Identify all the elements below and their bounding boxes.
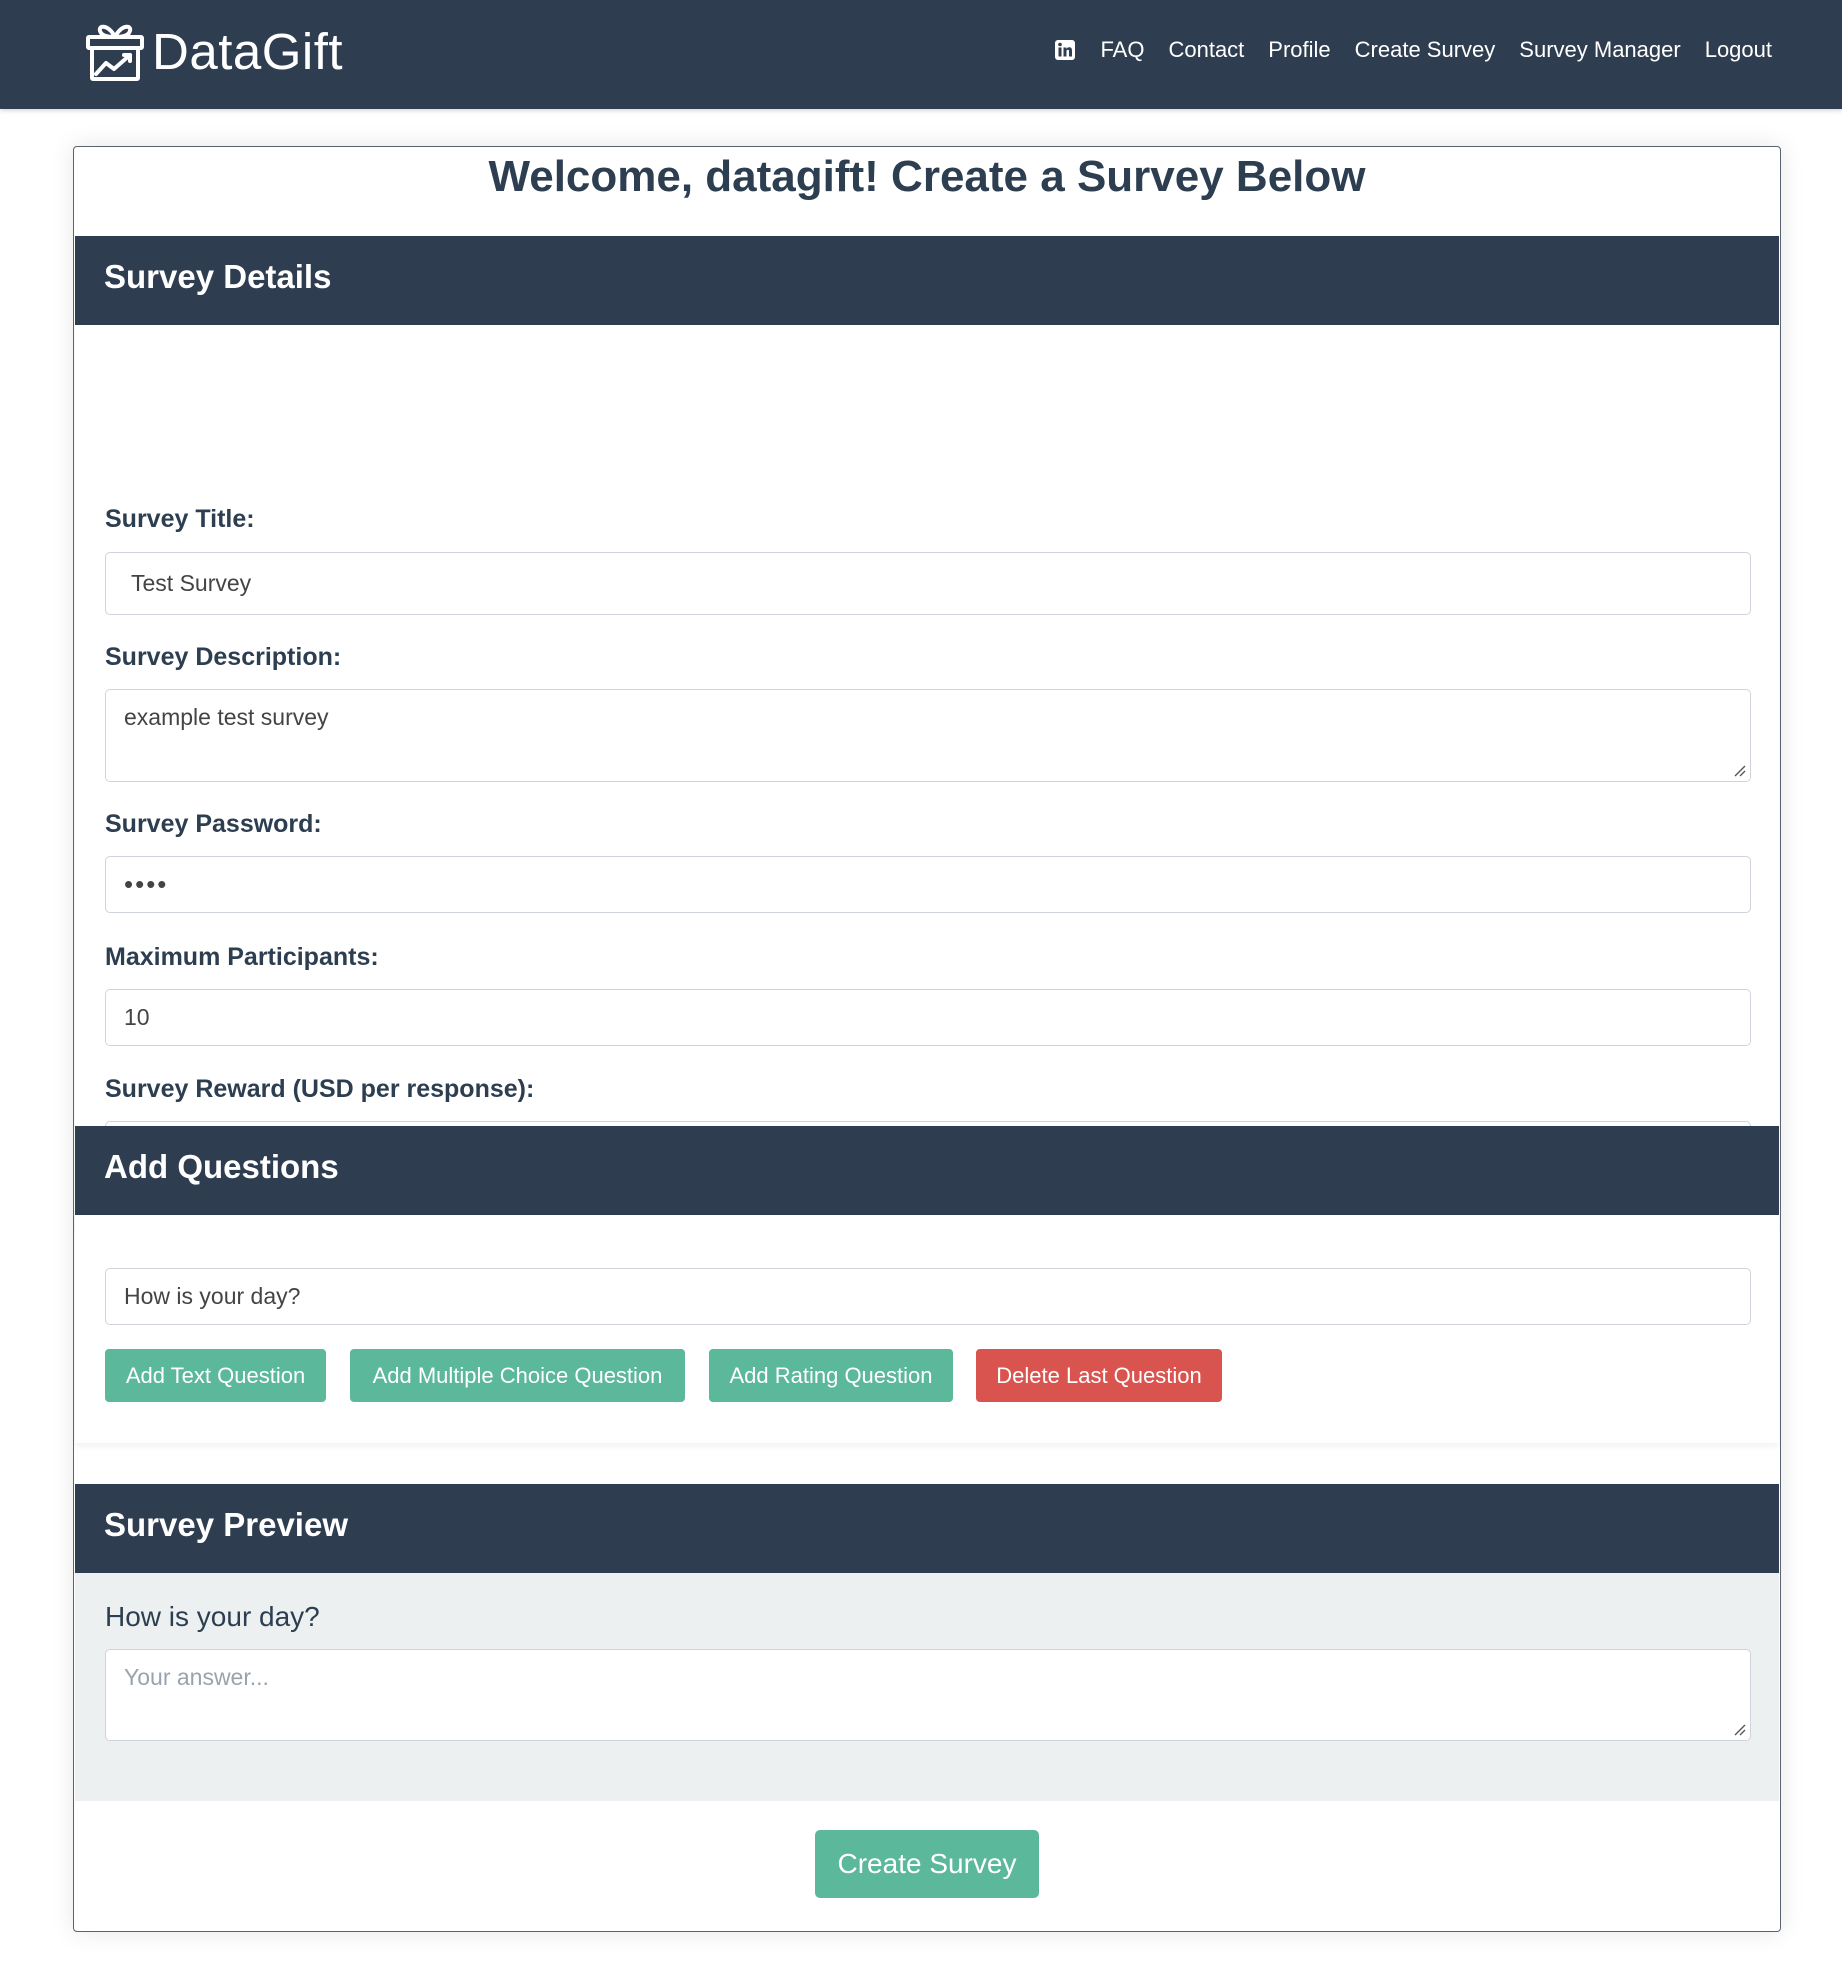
add-questions-body: How is your day? Add Text Question Add M…	[75, 1215, 1779, 1443]
nav-profile[interactable]: Profile	[1268, 37, 1330, 63]
add-questions-header: Add Questions	[75, 1126, 1779, 1215]
gift-chart-icon	[84, 19, 146, 83]
survey-title-input[interactable]: Test Survey	[105, 552, 1751, 615]
survey-password-label: Survey Password:	[105, 810, 322, 838]
nav-contact[interactable]: Contact	[1168, 37, 1244, 63]
top-navbar: DataGift FAQ Contact Profile Create Surv…	[0, 0, 1842, 109]
survey-details-header: Survey Details	[75, 236, 1779, 325]
add-multiple-choice-question-button[interactable]: Add Multiple Choice Question	[350, 1349, 685, 1402]
survey-title-value: Test Survey	[131, 570, 252, 596]
nav-logout[interactable]: Logout	[1705, 37, 1772, 63]
survey-description-value: example test survey	[124, 704, 329, 730]
nav-create-survey[interactable]: Create Survey	[1355, 37, 1496, 63]
brand-logo[interactable]: DataGift	[84, 18, 343, 84]
add-rating-question-button[interactable]: Add Rating Question	[709, 1349, 953, 1402]
survey-description-label: Survey Description:	[105, 643, 342, 671]
nav-links: FAQ Contact Profile Create Survey Survey…	[1054, 30, 1772, 70]
nav-faq[interactable]: FAQ	[1100, 37, 1144, 63]
brand-name: DataGift	[152, 22, 344, 80]
max-participants-input[interactable]: 10	[105, 989, 1751, 1046]
preview-answer-placeholder: Your answer...	[124, 1664, 269, 1690]
preview-answer-textarea[interactable]: Your answer...	[105, 1649, 1751, 1741]
survey-description-textarea[interactable]: example test survey	[105, 689, 1751, 782]
max-participants-value: 10	[124, 1004, 150, 1030]
delete-last-question-button[interactable]: Delete Last Question	[976, 1349, 1222, 1402]
max-participants-label: Maximum Participants:	[105, 943, 379, 971]
add-text-question-button[interactable]: Add Text Question	[105, 1349, 326, 1402]
resize-grip-icon[interactable]	[1732, 1722, 1746, 1736]
page-title: Welcome, datagift! Create a Survey Below	[488, 152, 1366, 201]
create-survey-card: Welcome, datagift! Create a Survey Below…	[73, 146, 1781, 1932]
linkedin-icon[interactable]	[1054, 39, 1076, 61]
preview-question-text: How is your day?	[105, 1601, 320, 1632]
question-text-input[interactable]: How is your day?	[105, 1268, 1751, 1325]
create-survey-button[interactable]: Create Survey	[815, 1830, 1039, 1898]
survey-password-input[interactable]: ••••	[105, 856, 1751, 913]
question-text-value: How is your day?	[124, 1283, 301, 1309]
survey-preview-header: Survey Preview	[75, 1484, 1779, 1573]
survey-title-label: Survey Title:	[105, 505, 255, 533]
survey-preview-body: How is your day? Your answer...	[75, 1573, 1779, 1801]
survey-password-value: ••••	[124, 869, 169, 899]
nav-survey-manager[interactable]: Survey Manager	[1519, 37, 1680, 63]
survey-reward-label: Survey Reward (USD per response):	[105, 1075, 535, 1103]
survey-details-body: Survey Title: Test Survey Survey Descrip…	[75, 325, 1779, 1233]
resize-grip-icon[interactable]	[1732, 763, 1746, 777]
